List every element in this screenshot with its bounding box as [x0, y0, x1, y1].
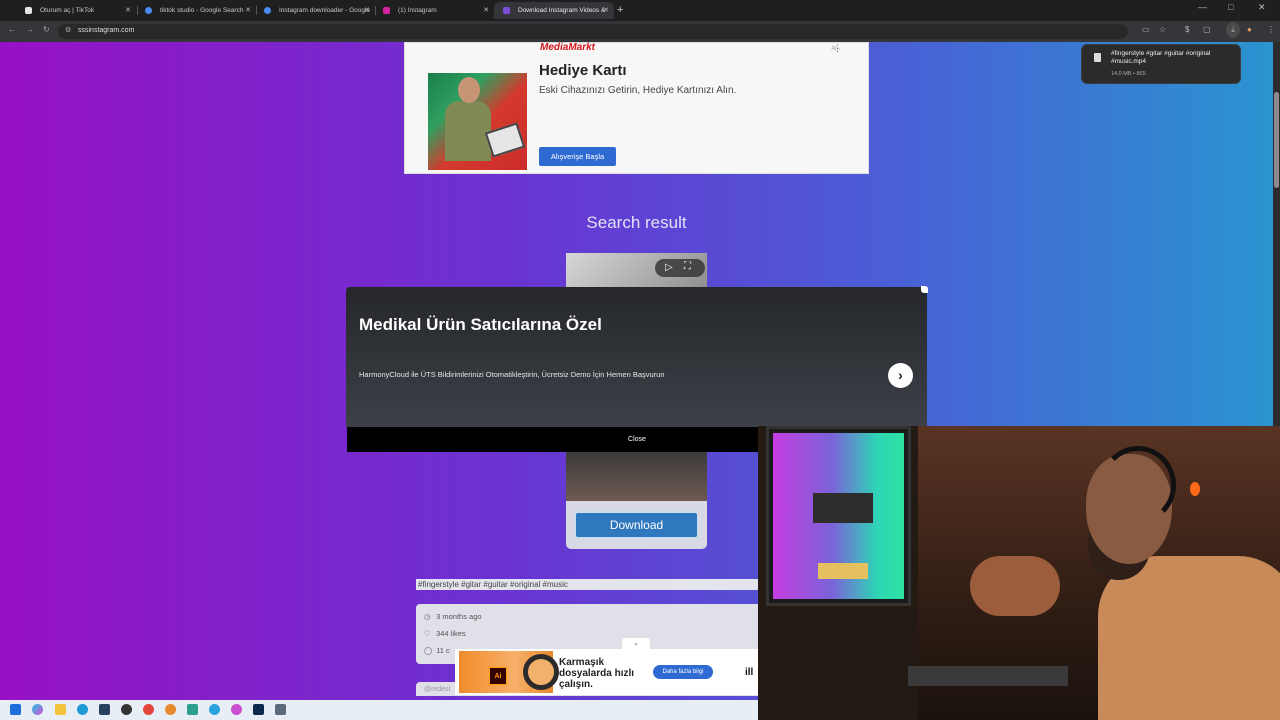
comment-icon: ◯: [424, 646, 433, 655]
post-likes: 344 likes: [436, 629, 466, 638]
modal-ad-description: HarmonyCloud ile ÜTS Bildirimlerinizi Ot…: [359, 370, 665, 379]
chevron-right-icon[interactable]: ›: [888, 363, 913, 388]
download-size: 14,0 MB • 8€5: [1111, 71, 1146, 77]
app-icon[interactable]: [165, 704, 176, 715]
modal-ad-heading: Medikal Ürün Satıcılarına Özel: [359, 315, 602, 334]
fullscreen-icon[interactable]: ⛶: [684, 261, 691, 272]
tab-bar: Oturum aç | TikTok ✕ tiktok studio - Goo…: [0, 0, 1280, 21]
play-icon[interactable]: ▷: [665, 262, 673, 273]
video-preview[interactable]: ▷ ⛶: [566, 253, 707, 289]
post-date-row: ◷ 3 months ago: [424, 612, 482, 621]
app-icon[interactable]: [231, 704, 242, 715]
chevron-down-icon[interactable]: ⌄: [622, 638, 650, 649]
tab-label: (1) Instagram: [398, 7, 437, 14]
illustrator-icon: Ai: [489, 667, 507, 685]
ad-title: Hediye Kartı: [539, 62, 627, 79]
close-tab-icon[interactable]: ✕: [125, 2, 131, 19]
calculator-icon[interactable]: [275, 704, 286, 715]
bottom-ad-banner[interactable]: Ai Karmaşık dosyalarda hızlı çalışın. Da…: [455, 649, 761, 695]
ad-menu-icon[interactable]: ⋮: [833, 43, 842, 54]
minimize-icon[interactable]: —: [1198, 2, 1207, 12]
tab-instagram[interactable]: (1) Instagram ✕: [374, 2, 494, 19]
chrome-icon[interactable]: [143, 704, 154, 715]
close-window-icon[interactable]: ✕: [1258, 2, 1266, 13]
tiktok-icon: [25, 7, 32, 14]
download-icon[interactable]: ⤓: [1226, 22, 1240, 38]
forward-icon[interactable]: →: [26, 25, 34, 34]
ad-subtitle: Eski Cihazınızı Getirin, Hediye Kartınız…: [539, 85, 737, 96]
ad-info-icon[interactable]: [921, 286, 928, 293]
copilot-icon[interactable]: [32, 704, 43, 715]
video-thumbnail[interactable]: [566, 452, 707, 501]
cast-icon[interactable]: ▭: [1142, 25, 1150, 34]
ad-text: Karmaşık dosyalarda hızlı çalışın.: [559, 657, 635, 690]
ad-image: [428, 73, 527, 170]
webcam-overlay: [758, 426, 1280, 720]
close-tab-icon[interactable]: ✕: [603, 2, 609, 19]
address-bar[interactable]: ⚙ sssinstagram.com: [58, 24, 1128, 39]
bookmark-star-icon[interactable]: ☆: [1159, 25, 1166, 34]
edge-icon[interactable]: [77, 704, 88, 715]
clock-icon: ◷: [424, 612, 431, 621]
close-tab-icon[interactable]: ✕: [364, 2, 370, 19]
tab-label: tiktok studio - Google Search: [160, 7, 244, 14]
instagram-icon: [383, 7, 390, 14]
back-icon[interactable]: ←: [8, 25, 16, 34]
ad-brand-logo: ill: [745, 667, 754, 678]
new-tab-icon[interactable]: +: [617, 3, 623, 17]
store-icon[interactable]: [99, 704, 110, 715]
google-icon: [264, 7, 271, 14]
monitor: [766, 426, 911, 606]
post-comments-row: ◯ 11 c: [424, 646, 450, 655]
tab-label: Download Instagram Videos &: [518, 7, 606, 14]
url-text: sssinstagram.com: [78, 27, 135, 34]
page-title: Search result: [586, 213, 687, 232]
reload-icon[interactable]: ↻: [43, 25, 50, 34]
tab-tiktok-studio[interactable]: tiktok studio - Google Search ✕: [136, 2, 256, 19]
post-likes-row: ♡ 344 likes: [424, 629, 466, 638]
file-explorer-icon[interactable]: [55, 704, 66, 715]
download-button[interactable]: Download: [574, 511, 699, 539]
site-info-icon[interactable]: ⚙: [65, 26, 71, 34]
obs-icon[interactable]: [121, 704, 132, 715]
post-comments: 11 c: [436, 646, 450, 655]
telegram-icon[interactable]: [209, 704, 220, 715]
ad-cta-button[interactable]: Alışverişe Başla: [539, 147, 616, 166]
maximize-icon[interactable]: □: [1228, 2, 1233, 12]
close-tab-icon[interactable]: ✕: [483, 2, 489, 19]
scrollbar-thumb[interactable]: [1274, 92, 1279, 188]
post-date: 3 months ago: [436, 612, 482, 621]
notes-icon[interactable]: [187, 704, 198, 715]
modal-ad[interactable]: Medikal Ürün Satıcılarına Özel HarmonyCl…: [346, 286, 928, 427]
profile-icon[interactable]: ●: [1247, 25, 1252, 34]
video-controls: ▷ ⛶: [655, 259, 705, 277]
tabs-icon[interactable]: ▢: [1203, 25, 1211, 34]
ad-image: Ai: [459, 651, 559, 693]
close-tab-icon[interactable]: ✕: [245, 2, 251, 19]
ad-cta-button[interactable]: Daha fazla bilgi: [653, 665, 713, 679]
photoshop-icon[interactable]: [253, 704, 264, 715]
tab-label: Instagram downloader - Google: [279, 7, 371, 14]
post-caption: #fingerstyle #gitar #guitar #original #m…: [416, 579, 761, 590]
top-ad-banner[interactable]: MediaMarkt A▷ ⋮ Hediye Kartı Eski Cihazı…: [404, 42, 869, 174]
heart-icon: ♡: [424, 629, 431, 638]
tab-tiktok[interactable]: Oturum aç | TikTok ✕: [16, 2, 136, 19]
tab-instagram-downloader[interactable]: Instagram downloader - Google ✕: [255, 2, 375, 19]
ad-brand-logo: MediaMarkt: [540, 42, 596, 53]
google-icon: [145, 7, 152, 14]
taskbar: [0, 700, 758, 720]
extension-icon[interactable]: $: [1185, 25, 1189, 34]
browser-toolbar: ← → ↻ ⚙ sssinstagram.com: [0, 21, 1280, 42]
download-popup[interactable]: #fingerstyle #gitar #guitar #original #m…: [1081, 44, 1241, 84]
tab-download-instagram[interactable]: Download Instagram Videos & ✕: [494, 2, 614, 19]
file-icon: [1094, 53, 1101, 62]
start-icon[interactable]: [10, 704, 21, 715]
download-filename[interactable]: #fingerstyle #gitar #guitar #original #m…: [1111, 50, 1236, 66]
site-icon: [503, 7, 510, 14]
menu-icon[interactable]: ⋮: [1267, 25, 1275, 34]
tab-label: Oturum aç | TikTok: [40, 7, 95, 14]
